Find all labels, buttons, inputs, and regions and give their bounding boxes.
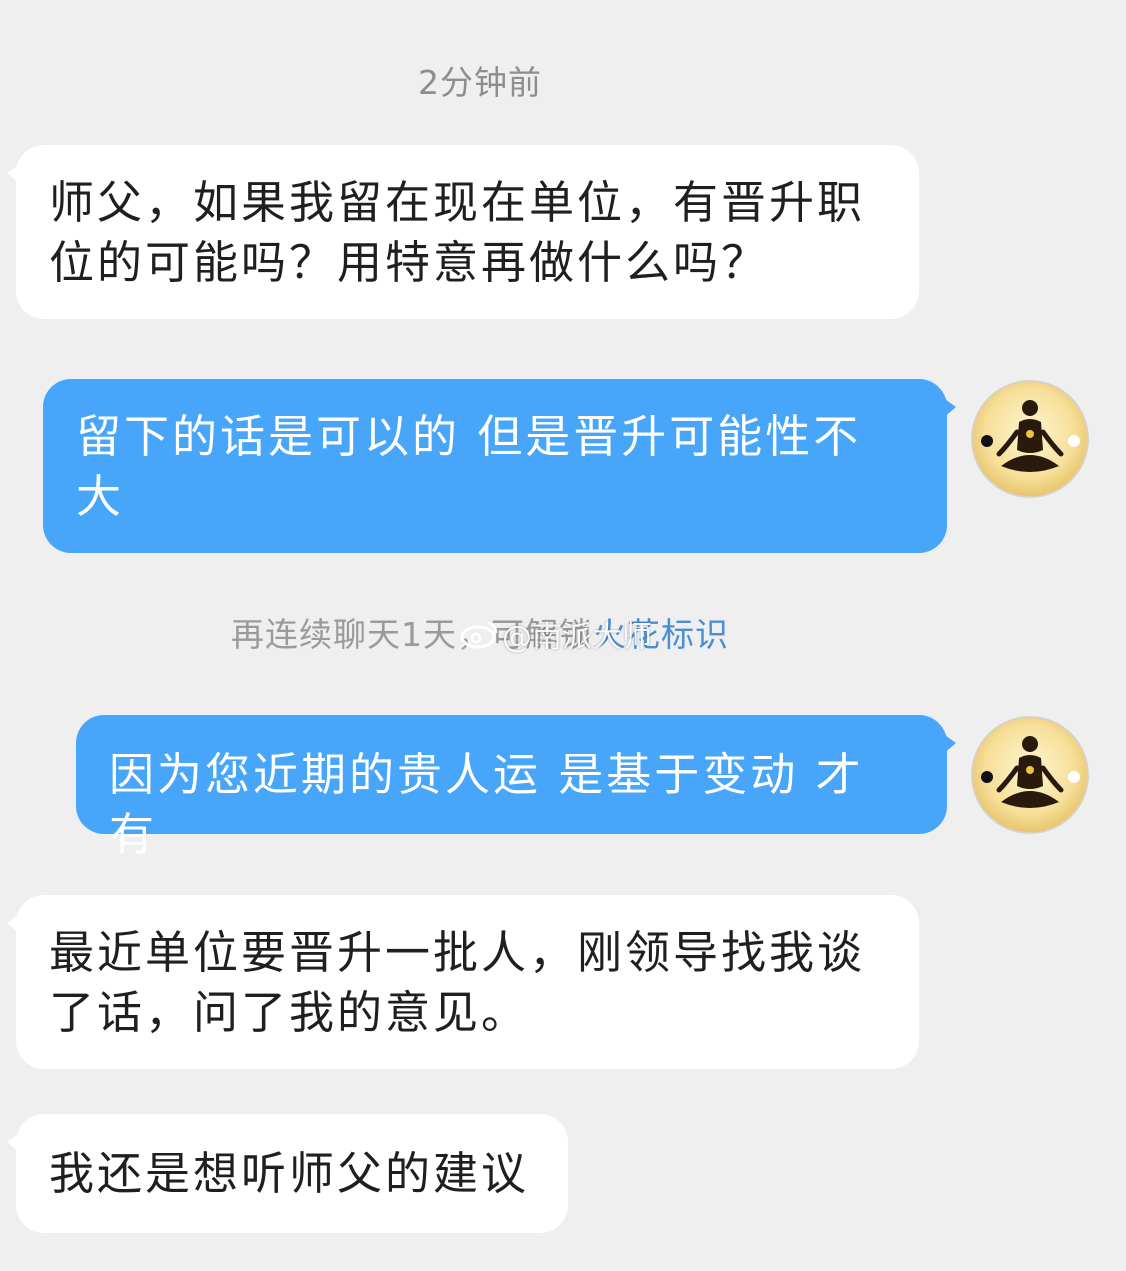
message-text: 留下的话是可以的 但是晋升可能性不大 (76, 410, 862, 523)
message-bubble-outgoing[interactable]: 留下的话是可以的 但是晋升可能性不大 (43, 379, 956, 553)
avatar[interactable] (971, 380, 1089, 498)
message-bubble-incoming[interactable]: 师父，如果我留在现在单位，有晋升职位的可能吗？用特意再做什么吗？ (7, 145, 919, 319)
chat-timestamp: 2分钟前 (418, 63, 542, 102)
message-text: 因为您近期的贵人运 是基于变动 才有 (109, 748, 864, 861)
message-text: 师父，如果我留在现在单位，有晋升职位的可能吗？用特意再做什么吗？ (49, 176, 866, 289)
weibo-logo-icon (460, 621, 498, 649)
avatar[interactable] (971, 716, 1089, 834)
meditating-figure-icon (971, 716, 1089, 834)
message-bubble-incoming[interactable]: 我还是想听师父的建议 (7, 1114, 568, 1233)
message-text: 我还是想听师父的建议 (49, 1147, 530, 1200)
meditating-figure-icon (971, 380, 1089, 498)
watermark-text: @南派大师 (502, 620, 652, 655)
watermark: @南派大师 (460, 612, 652, 656)
message-text: 最近单位要晋升一批人，刚领导找我谈了话，问了我的意见。 (49, 926, 866, 1039)
message-bubble-incoming[interactable]: 最近单位要晋升一批人，刚领导找我谈了话，问了我的意见。 (7, 895, 919, 1069)
message-bubble-outgoing[interactable]: 因为您近期的贵人运 是基于变动 才有 (76, 715, 956, 861)
